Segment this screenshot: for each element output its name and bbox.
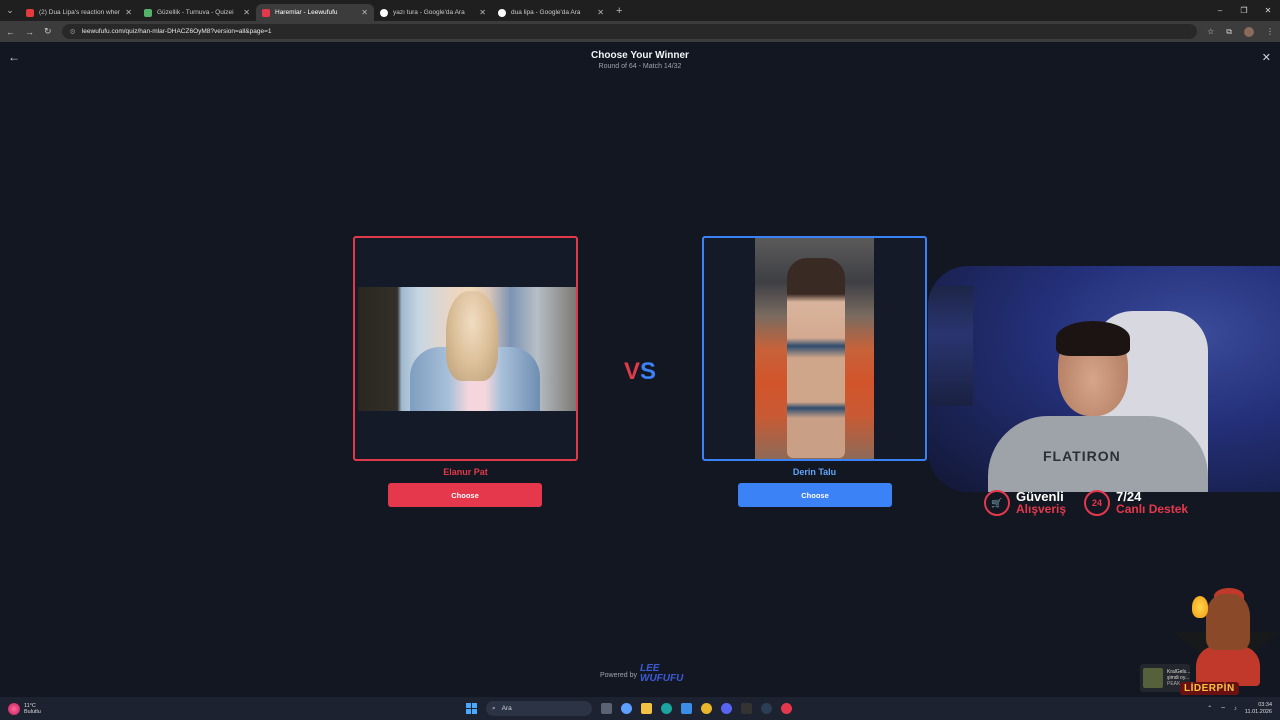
- bookmark-star-icon[interactable]: ☆: [1207, 27, 1214, 36]
- task-view-icon[interactable]: [601, 703, 612, 714]
- tab-title: (2) Dua Lipa's reaction when R...: [39, 9, 121, 16]
- file-explorer-icon[interactable]: [641, 703, 652, 714]
- mascot-shape: [1206, 594, 1250, 650]
- address-bar[interactable]: ⚙ leewufufu.com/quiz/han-mlar-DHACZ6OyM8…: [61, 24, 1198, 39]
- url-text: leewufufu.com/quiz/han-mlar-DHACZ6OyM8?v…: [81, 28, 272, 35]
- tray-chevron-icon[interactable]: ⌃: [1207, 705, 1212, 712]
- new-tab-icon[interactable]: +: [616, 5, 622, 17]
- weather-icon: [8, 702, 20, 715]
- right-contestant-name: Derin Talu: [792, 467, 837, 477]
- badge-line2: Canlı Destek: [1116, 502, 1189, 516]
- taskbar-apps: ⌕ Ara: [466, 697, 792, 720]
- right-contestant-photo[interactable]: [755, 238, 874, 459]
- system-clock[interactable]: 03:34 11.01.2026: [1245, 702, 1272, 716]
- back-nav-icon[interactable]: ←: [6, 27, 15, 37]
- copilot-icon[interactable]: [621, 703, 632, 714]
- menu-dots-icon[interactable]: ⋮: [1266, 27, 1274, 36]
- browser-tab-1[interactable]: (2) Dua Lipa's reaction when R... ✕: [20, 4, 138, 21]
- leewufufu-logo[interactable]: LEE WUFUFU: [640, 664, 683, 684]
- maximize-icon[interactable]: ❐: [1232, 0, 1256, 21]
- clock-date: 11.01.2026: [1244, 708, 1272, 715]
- choose-left-button[interactable]: Choose: [388, 483, 542, 507]
- versus-label: VS: [623, 358, 657, 385]
- minimize-icon[interactable]: –: [1208, 0, 1232, 21]
- streamer-hair: [1056, 321, 1130, 356]
- tab-title: Haremlar - Leewufufu: [275, 9, 338, 16]
- mascot-brand-text: LİDERPİN: [1180, 682, 1239, 695]
- windows-start-icon[interactable]: [466, 703, 477, 714]
- browser-tab-2[interactable]: Güzellik - Turnuva - Quizei ✕: [138, 4, 256, 21]
- browser-tab-4[interactable]: yazı tura - Google'da Ara ✕: [374, 4, 492, 21]
- clock-time: 03:34: [1258, 701, 1272, 708]
- search-icon: ⌕: [492, 704, 496, 712]
- window-controls: – ❐ ✕: [1208, 0, 1280, 21]
- secure-shopping-badge: 🛒 Güvenli Alışveriş: [984, 490, 1066, 516]
- support-badge: 24 7/24 Canlı Destek: [1084, 490, 1188, 516]
- browser-tab-3[interactable]: Haremlar - Leewufufu ✕: [256, 4, 374, 21]
- tab-title: dua lipa - Google'da Ara: [511, 9, 581, 16]
- profile-avatar[interactable]: [1244, 26, 1254, 37]
- toolbar-actions: ☆ ⧉ ⋮: [1207, 26, 1274, 37]
- tab-title: Güzellik - Turnuva - Quizei: [157, 9, 234, 16]
- tab-close-icon[interactable]: ✕: [243, 8, 250, 17]
- weather-widget[interactable]: 11°C Bulutlu: [8, 697, 41, 720]
- weather-text: Bulutlu: [24, 708, 41, 715]
- search-placeholder: Ara: [501, 705, 512, 712]
- quizei-favicon-icon: [144, 8, 152, 17]
- tab-close-icon[interactable]: ✕: [125, 8, 132, 17]
- youtube-favicon-icon: [26, 8, 34, 17]
- discord-icon[interactable]: [721, 703, 732, 714]
- left-contestant-card[interactable]: [353, 236, 578, 461]
- left-contestant-name: Elanur Pat: [443, 467, 488, 477]
- forward-nav-icon[interactable]: →: [25, 27, 34, 37]
- bookshelf: [928, 286, 973, 406]
- badge-line2: Alışveriş: [1016, 502, 1067, 516]
- windows-taskbar: 11°C Bulutlu ⌕ Ara ⌃ ⌔ ♪ 03:34 11.01.202…: [0, 697, 1280, 720]
- network-icon[interactable]: ⌔: [1220, 705, 1226, 713]
- obs-icon[interactable]: [781, 703, 792, 714]
- epic-games-icon[interactable]: [741, 703, 752, 714]
- notification-avatar: [1143, 668, 1163, 688]
- reload-icon[interactable]: ↻: [44, 26, 52, 37]
- browser-tab-5[interactable]: dua lipa - Google'da Ara ✕: [492, 4, 610, 21]
- photo-detail: [446, 291, 498, 381]
- sponsor-badges: 🛒 Güvenli Alışveriş 24 7/24 Canlı Destek: [984, 490, 1188, 516]
- tab-title: yazı tura - Google'da Ara: [393, 9, 465, 16]
- system-tray: ⌃ ⌔ ♪ 03:34 11.01.2026: [1207, 697, 1272, 720]
- tab-close-icon[interactable]: ✕: [361, 8, 368, 17]
- taskbar-search[interactable]: ⌕ Ara: [486, 701, 592, 716]
- edge-icon[interactable]: [661, 703, 672, 714]
- left-contestant-photo[interactable]: [358, 287, 576, 411]
- torch-flame-icon: [1192, 596, 1208, 618]
- browser-toolbar: ← → ↻ ⚙ leewufufu.com/quiz/han-mlar-DHAC…: [0, 21, 1280, 42]
- tab-search-icon[interactable]: ⌄: [0, 0, 20, 21]
- store-icon[interactable]: [681, 703, 692, 714]
- logo-line2: WUFUFU: [640, 673, 684, 684]
- chrome-icon[interactable]: [701, 703, 712, 714]
- headset-24-icon: 24: [1084, 490, 1111, 516]
- tab-close-icon[interactable]: ✕: [597, 8, 604, 17]
- cart-icon: 🛒: [984, 490, 1010, 516]
- webcam-overlay: FLATIRON: [928, 266, 1280, 492]
- shirt-text: FLATIRON: [1043, 448, 1121, 464]
- google-favicon-icon: [380, 8, 388, 17]
- powered-by-text: Powered by: [600, 672, 637, 679]
- round-subtitle: Round of 64 - Match 14/32: [598, 63, 682, 70]
- choose-right-button[interactable]: Choose: [738, 483, 892, 507]
- mascot-shape: [1196, 646, 1260, 686]
- volume-icon[interactable]: ♪: [1234, 706, 1237, 712]
- site-info-icon[interactable]: ⚙: [70, 28, 76, 36]
- steam-icon[interactable]: [761, 703, 772, 714]
- browser-tabbar: ⌄ (2) Dua Lipa's reaction when R... ✕ Gü…: [0, 0, 1280, 21]
- tab-close-icon[interactable]: ✕: [479, 8, 486, 17]
- leewufufu-favicon-icon: [262, 8, 270, 17]
- window-close-icon[interactable]: ✕: [1256, 0, 1280, 21]
- liderpin-mascot-logo: LİDERPİN: [1172, 588, 1280, 696]
- photo-detail: [787, 258, 845, 458]
- right-contestant-card[interactable]: [702, 236, 927, 461]
- google-favicon-icon: [498, 8, 506, 17]
- extensions-icon[interactable]: ⧉: [1226, 27, 1232, 37]
- page-title: Choose Your Winner: [591, 50, 689, 61]
